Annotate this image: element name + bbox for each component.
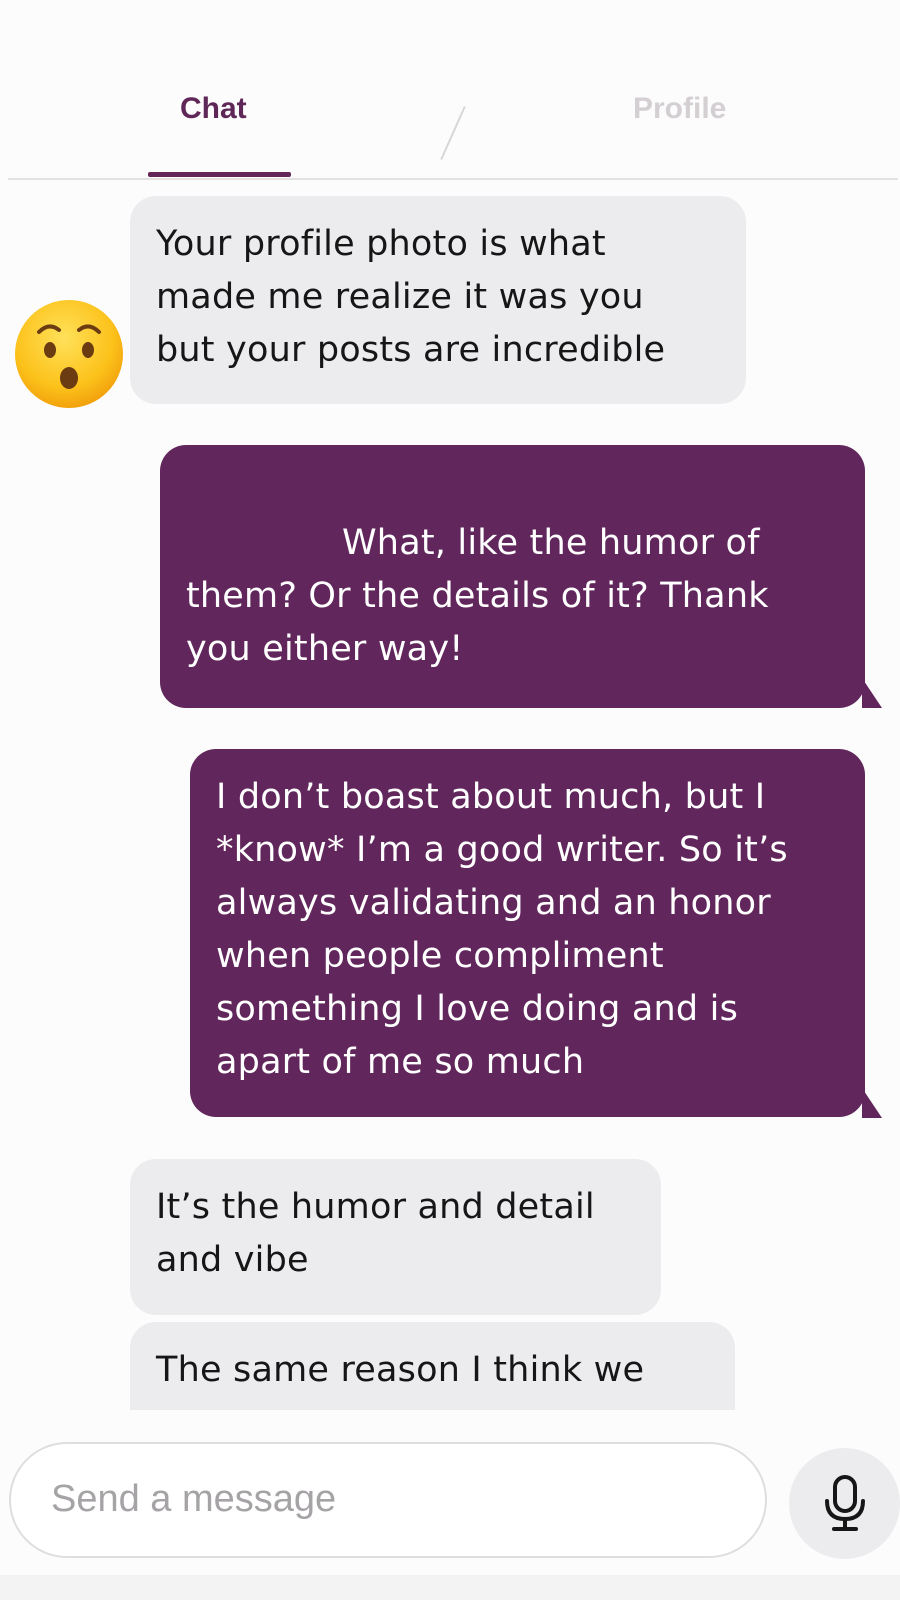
message-line: made me realize it was you [156, 277, 644, 317]
message-line: you either way! [186, 629, 464, 669]
message-line: them? Or the details of it? Thank [186, 576, 769, 616]
home-indicator-area [0, 1575, 900, 1600]
message-line: always validating and an honor [216, 883, 771, 923]
message-input[interactable]: Send a message [9, 1442, 767, 1558]
message-line: *know* I’m a good writer. So it’s [216, 830, 788, 870]
message-line: What, like the humor of [342, 523, 760, 563]
message-line: something I love doing and is [216, 989, 738, 1029]
message-line: apart of me so much [216, 1042, 585, 1082]
incoming-message-bubble[interactable]: It’s the humor and detail and vibe [130, 1159, 661, 1315]
microphone-icon [825, 1475, 865, 1531]
message-line: The same reason I think we [156, 1350, 645, 1390]
tab-chat[interactable]: Chat [180, 92, 247, 126]
outgoing-message-bubble[interactable]: What, like the humor of them? Or the det… [160, 445, 865, 708]
message-line: I don’t boast about much, but I [216, 777, 766, 817]
outgoing-message-bubble[interactable]: I don’t boast about much, but I *know* I… [190, 749, 865, 1117]
bubble-tail [862, 678, 882, 708]
message-composer: Send a message [0, 1410, 900, 1600]
tab-profile[interactable]: Profile [633, 92, 726, 126]
chat-screen: Chat Profile Your profile photo is what … [0, 0, 900, 1600]
message-line: when people compliment [216, 936, 664, 976]
incoming-message-bubble[interactable]: The same reason I think we [130, 1322, 735, 1410]
tab-divider [440, 106, 466, 160]
message-line: and vibe [156, 1240, 309, 1280]
tab-bar: Chat Profile [0, 0, 900, 180]
message-line: It’s the humor and detail [156, 1187, 595, 1227]
message-line: Your profile photo is what [156, 224, 606, 264]
message-line: but your posts are incredible [156, 330, 666, 370]
hushed-face-emoji-icon[interactable] [13, 298, 125, 410]
voice-message-button[interactable] [789, 1448, 900, 1559]
message-list[interactable]: Your profile photo is what made me reali… [0, 180, 900, 1410]
bubble-tail [862, 1088, 882, 1118]
active-tab-indicator [148, 172, 291, 177]
incoming-message-bubble[interactable]: Your profile photo is what made me reali… [130, 196, 746, 404]
message-input-placeholder: Send a message [51, 1478, 337, 1520]
